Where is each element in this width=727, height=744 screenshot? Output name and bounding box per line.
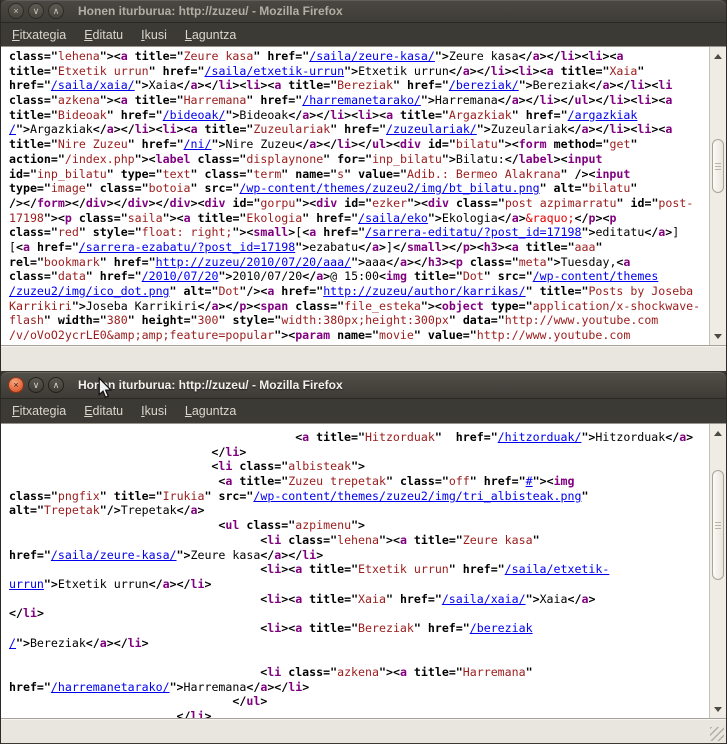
source-line: </li> xyxy=(9,709,709,718)
scroll-down-button[interactable] xyxy=(710,701,726,717)
source-line: <li class="azkena"><a title="Harremana" xyxy=(9,665,709,680)
source-line: <ul class="azpimenu"> xyxy=(9,518,709,533)
source-line: /></form></div></div></div><div id="gorp… xyxy=(9,196,709,211)
arrow-up-icon xyxy=(714,431,722,436)
source-line: Karrikiri">Joseba Karrikiri</a></p><span… xyxy=(9,299,709,314)
source-line: class="lehena"><a title="Zeure kasa" hre… xyxy=(9,49,709,64)
scroll-up-button[interactable] xyxy=(710,425,726,441)
menu-item-editatu[interactable]: Editatu xyxy=(75,24,132,46)
resize-grip[interactable] xyxy=(710,727,724,741)
content-row: class="lehena"><a title="Zeure kasa" hre… xyxy=(1,46,726,345)
source-line: <li><a title="Etxetik urrun" href="/sail… xyxy=(9,562,709,577)
source-code-view[interactable]: class="lehena"><a title="Zeure kasa" hre… xyxy=(1,47,709,345)
source-line: type="image" class="botoia" src="/wp-con… xyxy=(9,181,709,196)
status-bar xyxy=(1,345,726,371)
source-line: <a title="Hitzorduak" href="/hitzorduak/… xyxy=(9,430,709,445)
thumb-grip-icon xyxy=(715,163,721,170)
source-line: </li> xyxy=(9,445,709,460)
source-line: /">Bereziak</a></li> xyxy=(9,636,709,651)
source-line: <li class="lehena"><a title="Zeure kasa" xyxy=(9,533,709,548)
source-line: class="pngfix" title="Irukia" src="/wp-c… xyxy=(9,489,709,504)
source-line: <li><a title="Xaia" href="/saila/xaia/">… xyxy=(9,592,709,607)
source-line: rel="bookmark" href="http://zuzeu/2010/0… xyxy=(9,255,709,270)
source-line: /zuzeu2/img/ico_dot.png" alt="Dot"/><a h… xyxy=(9,284,709,299)
maximize-icon[interactable]: ∧ xyxy=(48,377,64,393)
desktop: ×∨∧ Honen iturburua: http://zuzeu/ - Moz… xyxy=(0,0,727,744)
source-line: 17198"><p class="saila"><a title="Ekolog… xyxy=(9,211,709,226)
content-row: <a title="Hitzorduak" href="/hitzorduak/… xyxy=(1,423,726,718)
menu-item-ikusi[interactable]: Ikusi xyxy=(132,400,176,422)
source-line: title="Etxetik urrun" href="/saila/etxet… xyxy=(9,64,709,79)
source-line: urrun">Etxetik urrun</a></li> xyxy=(9,577,709,592)
scrollbar-thumb[interactable] xyxy=(712,139,724,193)
source-line: title="Bideoak" href="/bideoak/">Bideoak… xyxy=(9,108,709,123)
scroll-up-button[interactable] xyxy=(710,48,726,64)
source-line: id="inp_bilatu" type="text" class="term"… xyxy=(9,167,709,182)
maximize-icon[interactable]: ∧ xyxy=(48,3,64,19)
vertical-scrollbar[interactable] xyxy=(709,47,726,345)
source-line: /">Argazkiak</a></li><li><a title="Zuzeu… xyxy=(9,122,709,137)
thumb-grip-icon xyxy=(715,522,721,529)
close-icon[interactable]: × xyxy=(8,3,24,19)
source-line: </li> xyxy=(9,606,709,621)
window-controls: ×∨∧ xyxy=(8,3,64,19)
titlebar[interactable]: ×∨∧ Honen iturburua: http://zuzeu/ - Moz… xyxy=(1,0,726,23)
minimize-icon[interactable]: ∨ xyxy=(28,377,44,393)
source-line: class="azkena"><a title="Harremana" href… xyxy=(9,93,709,108)
source-line: <li class="albisteak"> xyxy=(9,459,709,474)
minimize-icon[interactable]: ∨ xyxy=(28,3,44,19)
source-line: title="Nire Zuzeu" href="/ni/">Nire Zuze… xyxy=(9,137,709,152)
source-line: href="/harremanetarako/">Harremana</a></… xyxy=(9,680,709,695)
source-code-view[interactable]: <a title="Hitzorduak" href="/hitzorduak/… xyxy=(1,424,709,718)
window-title: Honen iturburua: http://zuzeu/ - Mozilla… xyxy=(78,4,343,18)
menu-item-laguntza[interactable]: Laguntza xyxy=(176,400,245,422)
arrow-down-icon xyxy=(714,334,722,339)
source-line: href="/saila/zeure-kasa/">Zeure kasa</a>… xyxy=(9,548,709,563)
mouse-cursor xyxy=(96,377,114,404)
firefox-source-window-front: ×∨∧ Honen iturburua: http://zuzeu/ - Moz… xyxy=(0,372,727,744)
source-line: alt="Trepetak"/>Trepetak</a> xyxy=(9,503,709,518)
menubar: FitxategiaEditatuIkusiLaguntza xyxy=(1,23,726,46)
source-line: class="data" href="/2010/07/20">2010/07/… xyxy=(9,269,709,284)
source-line: /v/oVoO2ycrLE0&amp;amp;feature=popular">… xyxy=(9,328,709,343)
menu-item-fitxategia[interactable]: Fitxategia xyxy=(3,24,75,46)
source-line: <a title="Zuzeu trepetak" class="off" hr… xyxy=(9,474,709,489)
menu-item-ikusi[interactable]: Ikusi xyxy=(132,24,176,46)
window-title: Honen iturburua: http://zuzeu/ - Mozilla… xyxy=(78,378,343,392)
source-line: href="/saila/xaia/">Xaia</a></li><li><a … xyxy=(9,78,709,93)
source-line xyxy=(9,650,709,665)
source-line: action="/index.php"><label class="displa… xyxy=(9,152,709,167)
source-line: [<a href="/sarrera-ezabatu/?post_id=1719… xyxy=(9,240,709,255)
scrollbar-thumb[interactable] xyxy=(712,470,724,580)
vertical-scrollbar[interactable] xyxy=(709,424,726,718)
firefox-source-window-back: ×∨∧ Honen iturburua: http://zuzeu/ - Moz… xyxy=(0,0,727,372)
menu-item-laguntza[interactable]: Laguntza xyxy=(176,24,245,46)
arrow-down-icon xyxy=(714,707,722,712)
menu-item-fitxategia[interactable]: Fitxategia xyxy=(3,400,75,422)
source-line: </ul> xyxy=(9,694,709,709)
source-line: flash" width="380" height="300" style="w… xyxy=(9,313,709,328)
close-icon[interactable]: × xyxy=(8,377,24,393)
source-line: <li><a title="Bereziak" href="/bereziak xyxy=(9,621,709,636)
scroll-down-button[interactable] xyxy=(710,328,726,344)
arrow-up-icon xyxy=(714,54,722,59)
status-bar xyxy=(1,718,726,743)
source-line: class="red" style="float: right;"><small… xyxy=(9,225,709,240)
window-controls: ×∨∧ xyxy=(8,377,64,393)
